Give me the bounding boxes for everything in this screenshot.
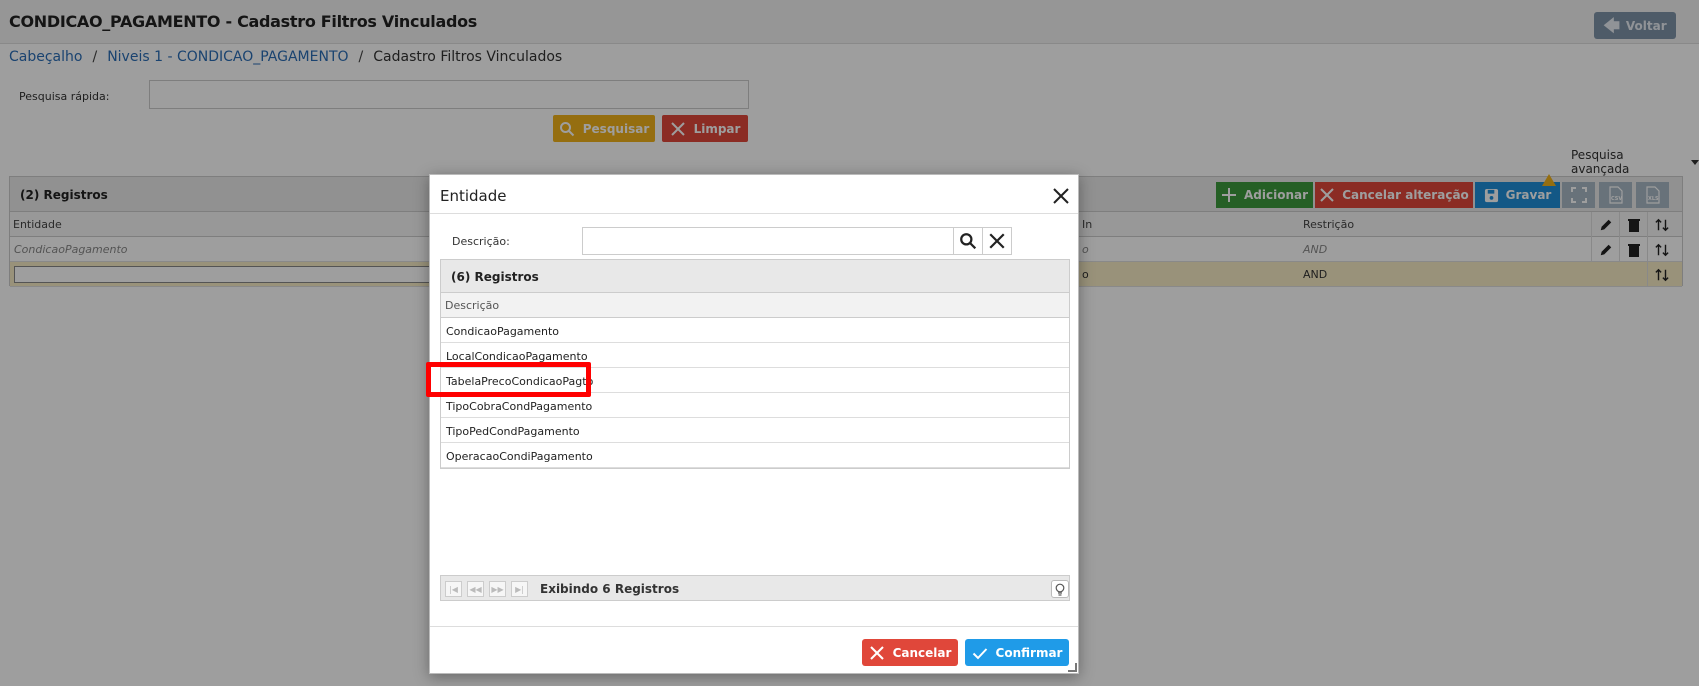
list-item[interactable]: TipoPedCondPagamento xyxy=(441,418,1069,443)
description-input[interactable] xyxy=(582,227,954,255)
cancel-button[interactable]: Cancelar xyxy=(862,639,958,666)
list-item-label: OperacaoCondiPagamento xyxy=(446,450,593,463)
close-icon[interactable] xyxy=(1050,185,1072,207)
checkmark-icon xyxy=(972,647,987,659)
entity-list-header: (6) Registros xyxy=(441,260,1069,293)
resize-handle[interactable] xyxy=(1068,663,1077,672)
last-page-button[interactable]: ▶| xyxy=(511,581,528,597)
close-icon xyxy=(989,233,1005,249)
pager-status: Exibindo 6 Registros xyxy=(540,582,680,596)
prev-page-button[interactable]: ◀◀ xyxy=(467,581,484,597)
entity-list-column-header: Descrição xyxy=(441,293,1069,318)
next-page-button[interactable]: ▶▶ xyxy=(489,581,506,597)
list-item-label: TipoCobraCondPagamento xyxy=(446,400,593,413)
confirm-button[interactable]: Confirmar xyxy=(965,639,1069,666)
list-item[interactable]: OperacaoCondiPagamento xyxy=(441,443,1069,468)
list-item-label: CondicaoPagamento xyxy=(446,325,560,338)
list-item-label: TipoPedCondPagamento xyxy=(446,425,580,438)
lightbulb-icon[interactable] xyxy=(1051,580,1069,598)
pager: |◀ ◀◀ ▶▶ ▶| Exibindo 6 Registros xyxy=(440,575,1070,601)
confirm-button-label: Confirmar xyxy=(995,645,1063,660)
list-item[interactable]: CondicaoPagamento xyxy=(441,318,1069,343)
modal-title: Entidade xyxy=(440,187,507,205)
close-icon xyxy=(869,645,884,660)
search-icon xyxy=(960,233,977,250)
highlight-box xyxy=(426,362,591,397)
description-clear-button[interactable] xyxy=(982,227,1012,255)
column-description: Descrição xyxy=(445,299,500,312)
entity-list-count: (6) Registros xyxy=(451,270,539,284)
first-page-button[interactable]: |◀ xyxy=(445,581,462,597)
footer-divider xyxy=(430,626,1078,627)
description-search-button[interactable] xyxy=(953,227,983,255)
entity-modal: Entidade Descrição: (6) Registros Descri… xyxy=(429,174,1079,674)
modal-divider xyxy=(430,213,1078,214)
cancel-button-label: Cancelar xyxy=(892,645,952,660)
description-label: Descrição: xyxy=(452,235,510,248)
